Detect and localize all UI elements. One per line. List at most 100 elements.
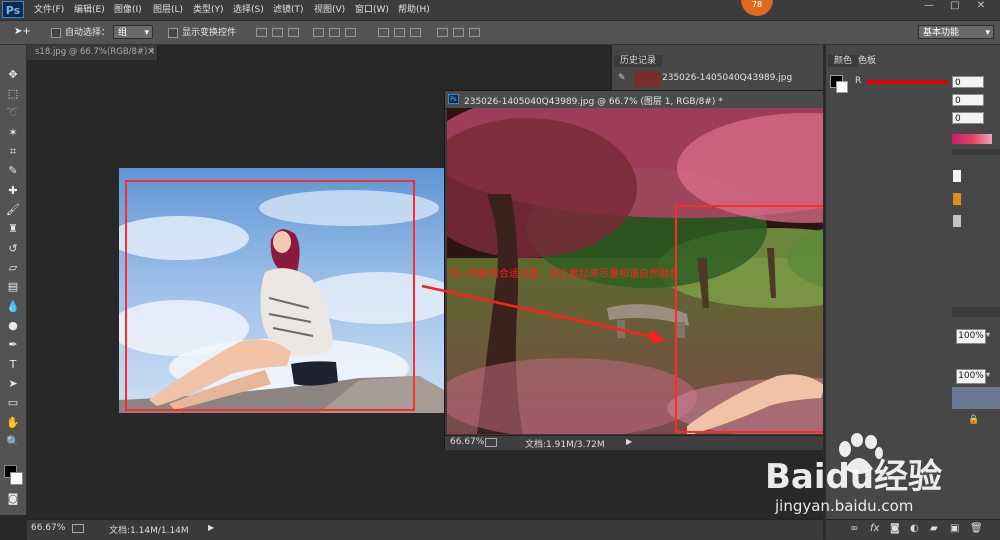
distribute-vcenter-icon[interactable] [394,28,405,37]
menu-window[interactable]: 窗口(W) [355,3,389,17]
workspace-dropdown[interactable]: 基本功能 ▾ [918,25,994,39]
r-value-field[interactable]: 0 [952,76,984,88]
new-group-icon[interactable]: ▰ [930,523,938,534]
swatch-icon[interactable] [953,193,961,205]
align-vcenter-icon[interactable] [272,28,283,37]
menu-select[interactable]: 选择(S) [233,3,264,17]
shape-tool-icon[interactable]: ▭ [5,395,21,411]
history-brush-tool-icon[interactable]: ↺ [5,241,21,257]
minimize-button[interactable]: — [918,0,940,14]
stamp-tool-icon[interactable]: ♜ [5,221,21,237]
history-panel-tab[interactable]: 历史记录 [614,55,663,67]
auto-select-value: 组 [118,28,128,38]
distribute-bottom-icon[interactable] [410,28,421,37]
add-mask-icon[interactable]: ◙ [890,523,900,534]
fx-icon[interactable]: fx [870,523,879,534]
menu-bar: Ps 文件(F) 编辑(E) 图像(I) 图层(L) 类型(Y) 选择(S) 滤… [0,0,1000,21]
hand-tool-icon[interactable]: ✋ [5,415,21,431]
distribute-hcenter-icon[interactable] [453,28,464,37]
eraser-tool-icon[interactable]: ▱ [5,260,21,276]
zoom-readout[interactable]: 66.67% [31,523,65,533]
chevron-down-icon[interactable]: ▾ [986,370,990,379]
distribute-right-icon[interactable] [469,28,480,37]
dodge-tool-icon[interactable]: ● [5,318,21,334]
menu-filter[interactable]: 滤镜(T) [273,3,304,17]
color-ramp[interactable] [952,134,992,144]
layers-footer: ∞ fx ◙ ◐ ▰ ▣ 🗑 [826,519,1000,540]
auto-select-checkbox[interactable] [51,28,61,38]
crop-tool-icon[interactable]: ⌗ [5,144,21,160]
menu-edit[interactable]: 编辑(E) [74,3,105,17]
color-bg-swatch[interactable] [836,81,848,93]
blur-tool-icon[interactable]: 💧 [5,299,21,315]
annotation-text: 将人物拖到合适位置，使之看起来尽量和谐自然融合 [449,269,679,280]
play-arrow-icon[interactable]: ▶ [626,437,632,446]
menu-image[interactable]: 图像(I) [114,3,142,17]
eyedropper-tool-icon[interactable]: ✎ [5,163,21,179]
swatch-icon[interactable] [953,215,961,227]
move-tool-preset-icon[interactable]: ➤+ [14,26,36,38]
align-right-icon[interactable] [345,28,356,37]
history-panel: 历史记录 ✎ 235026-1405040Q43989.jpg [611,45,824,90]
new-layer-icon[interactable]: ▣ [950,523,959,534]
play-arrow-icon[interactable]: ▶ [208,523,214,532]
chevron-down-icon[interactable]: ▾ [986,330,990,339]
type-tool-icon[interactable]: T [5,357,21,373]
menu-view[interactable]: 视图(V) [314,3,345,17]
tab-close-icon[interactable]: × [147,46,155,57]
background-color-swatch[interactable] [10,472,23,485]
watermark-brand: Baidu经验 [765,457,943,497]
menu-layer[interactable]: 图层(L) [153,3,183,17]
history-snapshot-thumbnail [634,71,660,87]
opacity-field[interactable]: 100% [956,329,986,344]
history-snapshot-label[interactable]: 235026-1405040Q43989.jpg [662,73,792,83]
lock-icon[interactable]: 🔒 [968,415,979,425]
menu-file[interactable]: 文件(F) [34,3,64,17]
pen-tool-icon[interactable]: ✒ [5,337,21,353]
menu-type[interactable]: 类型(Y) [193,3,224,17]
ps-doc-icon: Ps [448,94,459,104]
notification-badge: 78 [741,0,773,16]
distribute-left-icon[interactable] [437,28,448,37]
b-value-field[interactable]: 0 [952,112,984,124]
align-left-icon[interactable] [313,28,324,37]
link-layers-icon[interactable]: ∞ [850,523,858,534]
brush-tool-icon[interactable]: 🖌 [5,202,21,218]
align-bottom-icon[interactable] [288,28,299,37]
swatches-panel-tab[interactable]: 色板 [852,55,882,67]
show-transform-checkbox[interactable] [168,28,178,38]
move-tool-icon[interactable]: ✥ [5,67,21,83]
doc-zoom-readout[interactable]: 66.67% [450,437,484,447]
adjustment-layer-icon[interactable]: ◐ [910,523,919,534]
doc-info-readout: 文档:1.91M/3.72M [525,440,605,450]
document-tab[interactable]: s18.jpg @ 66.7%(RGB/8#) * × [27,45,158,60]
close-button[interactable]: ✕ [970,0,992,14]
auto-select-dropdown[interactable]: 组 ▾ [113,25,153,39]
path-select-tool-icon[interactable]: ➤ [5,376,21,392]
marquee-tool-icon[interactable]: ⬚ [5,86,21,102]
align-hcenter-icon[interactable] [329,28,340,37]
align-top-icon[interactable] [256,28,267,37]
r-channel-slider[interactable] [866,80,948,84]
maximize-button[interactable]: □ [944,0,966,14]
watermark-url: jingyan.baidu.com [775,497,914,515]
fill-field[interactable]: 100% [956,369,986,384]
history-brush-icon[interactable]: ✎ [618,73,626,83]
gradient-tool-icon[interactable]: ▤ [5,279,21,295]
menu-help[interactable]: 帮助(H) [398,3,430,17]
g-value-field[interactable]: 0 [952,94,984,106]
distribute-top-icon[interactable] [378,28,389,37]
export-icon[interactable] [485,438,497,447]
trash-icon[interactable]: 🗑 [970,523,983,534]
lasso-tool-icon[interactable]: ➰ [5,105,21,121]
quick-mask-icon[interactable]: ◙ [5,491,21,507]
swatch-icon[interactable] [953,170,961,182]
chevron-down-icon: ▾ [144,28,149,38]
healing-tool-icon[interactable]: ✚ [5,183,21,199]
layer-row-selected[interactable] [952,387,1000,409]
panel-header-bar [952,149,1000,155]
zoom-tool-icon[interactable]: 🔍 [5,434,21,450]
export-icon[interactable] [72,524,84,533]
magic-wand-tool-icon[interactable]: ✶ [5,125,21,141]
auto-select-label: 自动选择： [65,28,111,38]
